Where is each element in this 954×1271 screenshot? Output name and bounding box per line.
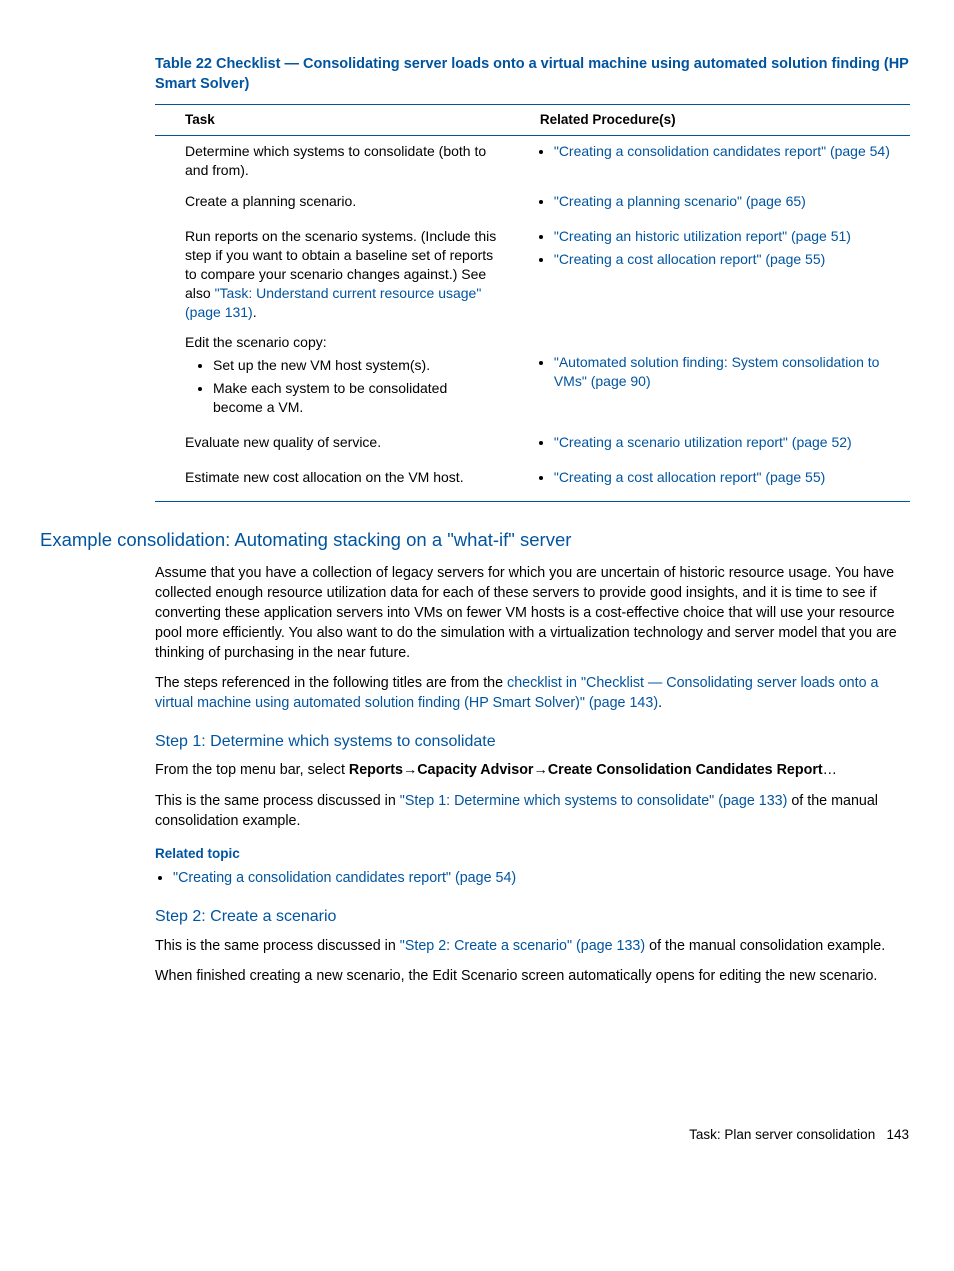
text: The steps referenced in the following ti… (155, 675, 507, 691)
checklist-table: Task Related Procedure(s) Determine whic… (155, 104, 910, 502)
body-paragraph: This is the same process discussed in "S… (155, 791, 914, 831)
procedures-cell: "Creating a cost allocation report" (pag… (510, 462, 910, 501)
step2-heading: Step 2: Create a scenario (155, 906, 914, 928)
task-subitem: Set up the new VM host system(s). (213, 356, 500, 375)
table-row: Determine which systems to consolidate (… (155, 136, 910, 186)
step-link[interactable]: "Step 2: Create a scenario" (page 133) (400, 938, 645, 954)
procedures-cell: "Creating a planning scenario" (page 65) (510, 186, 910, 221)
table-header-task: Task (155, 105, 510, 136)
table-row: Evaluate new quality of service. "Creati… (155, 427, 910, 462)
table-row: Edit the scenario copy: Set up the new V… (155, 327, 910, 427)
menu-path-item: Reports (349, 762, 403, 778)
text: This is the same process discussed in (155, 938, 400, 954)
table-header-procedures: Related Procedure(s) (510, 105, 910, 136)
body-paragraph: The steps referenced in the following ti… (155, 673, 914, 713)
task-link[interactable]: "Task: Understand current resource usage… (185, 285, 481, 320)
page-number: 143 (886, 1127, 909, 1142)
arrow-icon: → (534, 762, 548, 778)
footer-label: Task: Plan server consolidation (689, 1127, 875, 1142)
task-cell: Evaluate new quality of service. (155, 427, 510, 462)
procedure-link[interactable]: "Creating a cost allocation report" (pag… (554, 251, 825, 267)
step1-heading: Step 1: Determine which systems to conso… (155, 731, 914, 753)
table-title: Table 22 Checklist — Consolidating serve… (155, 55, 914, 94)
related-list: "Creating a consolidation candidates rep… (155, 869, 914, 888)
task-cell: Estimate new cost allocation on the VM h… (155, 462, 510, 501)
body-paragraph: When finished creating a new scenario, t… (155, 966, 914, 986)
related-link[interactable]: "Creating a consolidation candidates rep… (173, 870, 516, 886)
procedure-link[interactable]: "Creating a scenario utilization report"… (554, 434, 852, 450)
procedure-link[interactable]: "Creating an historic utilization report… (554, 228, 851, 244)
section-heading: Example consolidation: Automating stacki… (40, 528, 914, 553)
table-row: Create a planning scenario. "Creating a … (155, 186, 910, 221)
related-topic-label: Related topic (155, 845, 914, 863)
text: From the top menu bar, select (155, 762, 349, 778)
procedures-cell: "Automated solution finding: System cons… (510, 327, 910, 427)
text: This is the same process discussed in (155, 793, 400, 809)
table-row: Estimate new cost allocation on the VM h… (155, 462, 910, 501)
procedures-cell: "Creating an historic utilization report… (510, 221, 910, 327)
list-item: "Creating a consolidation candidates rep… (173, 869, 914, 888)
menu-path-item: Create Consolidation Candidates Report (548, 762, 823, 778)
task-subitem: Make each system to be consolidated beco… (213, 379, 500, 417)
task-cell: Run reports on the scenario systems. (In… (155, 221, 510, 327)
body-paragraph: This is the same process discussed in "S… (155, 936, 914, 956)
page-footer: Task: Plan server consolidation 143 (40, 1126, 914, 1144)
task-cell: Edit the scenario copy: Set up the new V… (155, 327, 510, 427)
task-cell: Create a planning scenario. (155, 186, 510, 221)
arrow-icon: → (403, 762, 417, 778)
body-paragraph: From the top menu bar, select Reports→Ca… (155, 760, 914, 780)
procedures-cell: "Creating a scenario utilization report"… (510, 427, 910, 462)
procedure-link[interactable]: "Creating a planning scenario" (page 65) (554, 193, 806, 209)
procedure-link[interactable]: "Creating a consolidation candidates rep… (554, 143, 890, 159)
step-link[interactable]: "Step 1: Determine which systems to cons… (400, 793, 788, 809)
task-text: Edit the scenario copy: (185, 334, 327, 350)
text: of the manual consolidation example. (645, 938, 885, 954)
table-row: Run reports on the scenario systems. (In… (155, 221, 910, 327)
task-text: . (253, 304, 257, 320)
procedure-link[interactable]: "Creating a cost allocation report" (pag… (554, 469, 825, 485)
text: . (658, 695, 662, 711)
procedures-cell: "Creating a consolidation candidates rep… (510, 136, 910, 186)
text: … (823, 762, 837, 778)
procedure-link[interactable]: "Automated solution finding: System cons… (554, 354, 880, 389)
menu-path-item: Capacity Advisor (417, 762, 533, 778)
task-cell: Determine which systems to consolidate (… (155, 136, 510, 186)
body-paragraph: Assume that you have a collection of leg… (155, 563, 914, 663)
